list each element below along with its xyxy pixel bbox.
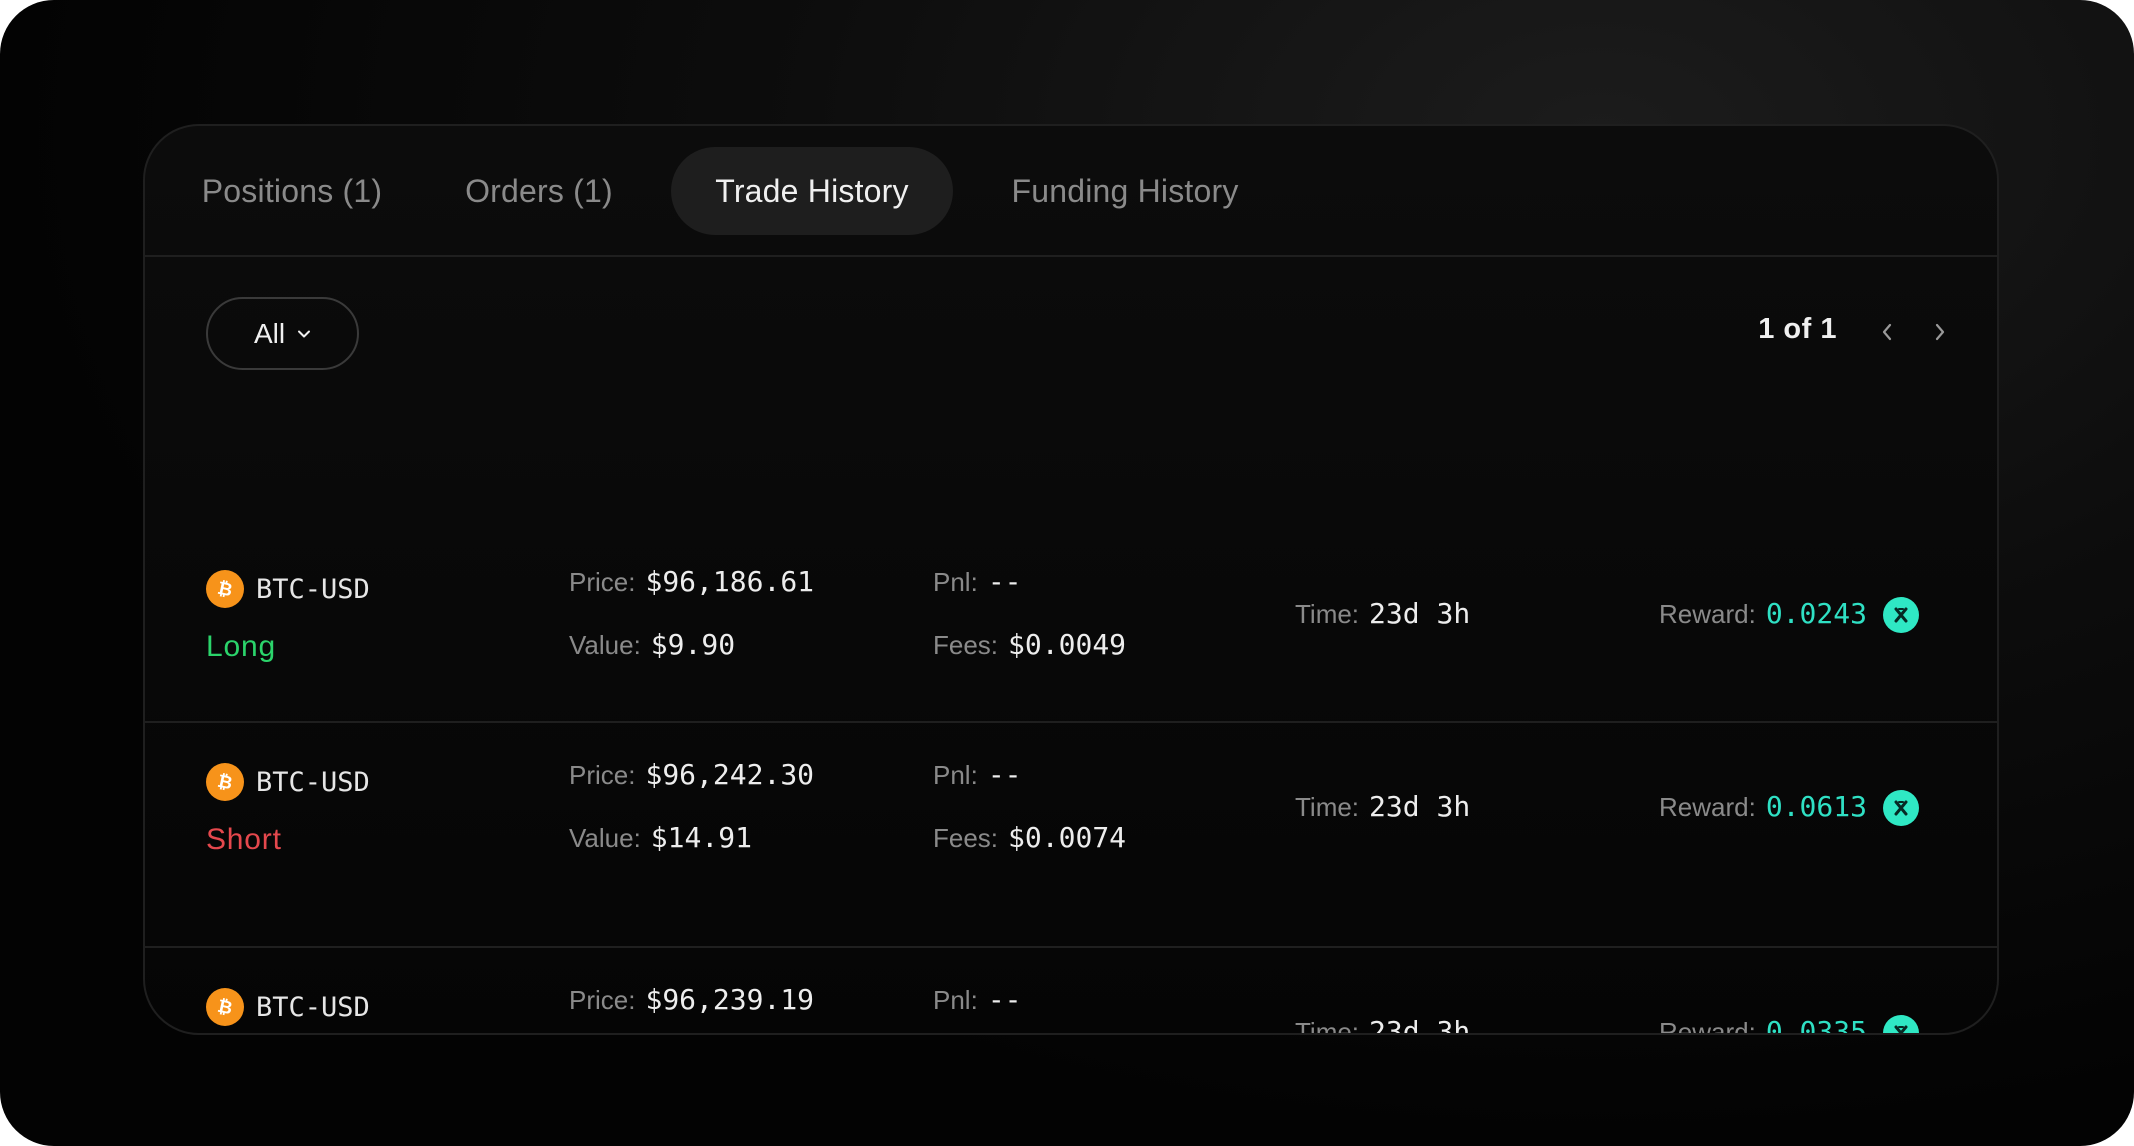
- tab-funding-history[interactable]: Funding History: [993, 147, 1257, 235]
- time-value: 23d 3h: [1369, 790, 1471, 823]
- chevron-right-icon: [1935, 323, 1945, 341]
- pnl-value: --: [987, 983, 1022, 1016]
- tab-bar: Positions (1) Orders (1) Trade History F…: [145, 126, 1997, 257]
- x-token-icon: [1882, 597, 1919, 633]
- value-value: $14.91: [650, 821, 752, 854]
- chevron-left-icon: [1882, 323, 1892, 341]
- asset-cell: ₿ BTC-USD: [206, 988, 370, 1026]
- time-label: Time:: [1295, 792, 1360, 822]
- reward-field: Reward: 0.0335: [1659, 1015, 1919, 1035]
- price-label: Price:: [569, 567, 636, 597]
- fees-label: Fees:: [933, 823, 999, 853]
- svg-text:₿: ₿: [216, 996, 235, 1018]
- time-field: Time: 23d 3h: [1295, 790, 1470, 823]
- svg-text:₿: ₿: [216, 771, 235, 793]
- x-token-icon: [1882, 1015, 1919, 1033]
- filter-dropdown[interactable]: All: [206, 297, 359, 370]
- pnl-field: Pnl: --: [933, 565, 1022, 598]
- value-field: Value: $14.91: [569, 821, 752, 854]
- value-value: $9.90: [650, 628, 736, 661]
- reward-field: Reward: 0.0613: [1659, 790, 1919, 826]
- reward-value: 0.0243: [1765, 597, 1867, 630]
- next-page-button[interactable]: [1924, 316, 1956, 348]
- trade-row[interactable]: ₿ BTC-USD Short Price: $96,242.30 Value:…: [145, 721, 1997, 946]
- pnl-field: Pnl: --: [933, 983, 1022, 1016]
- price-value: $96,186.61: [645, 565, 815, 598]
- fees-value: $0.0049: [1008, 628, 1127, 661]
- prev-page-button[interactable]: [1871, 316, 1903, 348]
- svg-text:₿: ₿: [216, 578, 235, 600]
- trade-panel: Positions (1) Orders (1) Trade History F…: [143, 124, 1999, 1035]
- tab-trade-history[interactable]: Trade History: [671, 147, 953, 235]
- time-value: 23d 3h: [1369, 1015, 1471, 1035]
- value-field: Value: $9.90: [569, 628, 735, 661]
- price-field: Price: $96,239.19: [569, 983, 814, 1016]
- reward-field: Reward: 0.0243: [1659, 597, 1919, 633]
- price-value: $96,242.30: [645, 758, 815, 791]
- reward-label: Reward:: [1659, 1017, 1756, 1035]
- price-value: $96,239.19: [645, 983, 815, 1016]
- asset-cell: ₿ BTC-USD: [206, 763, 370, 801]
- time-field: Time: 23d 3h: [1295, 1015, 1471, 1035]
- bitcoin-icon: ₿: [206, 763, 244, 801]
- filter-label: All: [253, 317, 286, 349]
- tab-orders[interactable]: Orders (1): [463, 147, 615, 235]
- reward-label: Reward:: [1659, 599, 1756, 629]
- fees-field: Fees: $0.0049: [933, 628, 1126, 661]
- time-value: 23d 3h: [1369, 597, 1471, 630]
- trade-row[interactable]: ₿ BTC-USD Long Price: $96,186.61 Value: …: [145, 390, 1997, 721]
- pnl-value: --: [987, 758, 1022, 791]
- fees-value: $0.0074: [1008, 821, 1127, 854]
- time-label: Time:: [1295, 599, 1360, 629]
- asset-name: BTC-USD: [256, 991, 370, 1023]
- pnl-field: Pnl: --: [933, 758, 1022, 791]
- bitcoin-icon: ₿: [206, 988, 244, 1026]
- fees-field: Fees: $0.0074: [933, 821, 1126, 854]
- side-label: Long: [206, 630, 276, 663]
- time-label: Time:: [1295, 1017, 1360, 1035]
- bitcoin-icon: ₿: [206, 570, 244, 608]
- price-field: Price: $96,186.61: [569, 565, 814, 598]
- reward-label: Reward:: [1659, 792, 1756, 822]
- time-field: Time: 23d 3h: [1295, 597, 1470, 630]
- fees-label: Fees:: [933, 630, 999, 660]
- price-label: Price:: [569, 760, 636, 790]
- pnl-label: Pnl:: [933, 567, 978, 597]
- pnl-value: --: [987, 565, 1022, 598]
- asset-cell: ₿ BTC-USD: [206, 570, 370, 608]
- value-label: Value:: [569, 823, 641, 853]
- x-token-icon: [1882, 790, 1919, 826]
- value-label: Value:: [569, 630, 641, 660]
- reward-value: 0.0335: [1765, 1015, 1867, 1035]
- trade-row[interactable]: ₿ BTC-USD Long Price: $96,239.19 Value: …: [145, 946, 1997, 1035]
- price-field: Price: $96,242.30: [569, 758, 814, 791]
- chevron-down-icon: [298, 330, 311, 337]
- price-label: Price:: [569, 985, 636, 1015]
- pnl-label: Pnl:: [933, 760, 978, 790]
- asset-name: BTC-USD: [256, 766, 370, 798]
- asset-name: BTC-USD: [256, 573, 370, 605]
- tab-positions[interactable]: Positions (1): [189, 147, 395, 235]
- pagination-text: 1 of 1: [1758, 313, 1837, 345]
- pnl-label: Pnl:: [933, 985, 978, 1015]
- app-frame: Positions (1) Orders (1) Trade History F…: [0, 0, 2134, 1146]
- side-label: Short: [206, 823, 282, 856]
- reward-value: 0.0613: [1765, 790, 1867, 823]
